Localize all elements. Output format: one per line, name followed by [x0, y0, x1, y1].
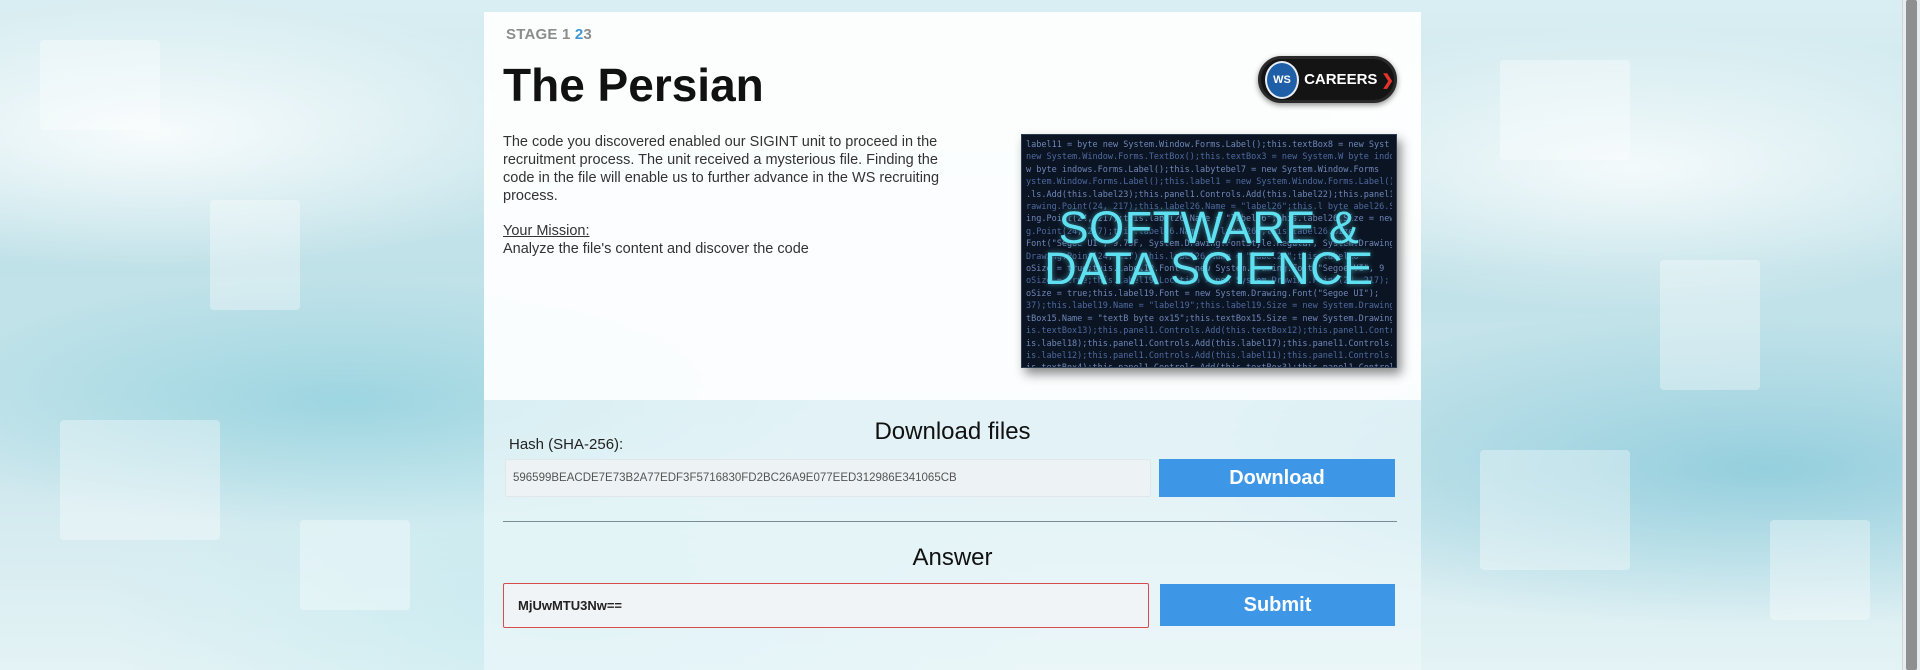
answer-section-title: Answer	[912, 544, 993, 571]
download-button[interactable]: Download	[1159, 459, 1395, 497]
stage-step-1: 1	[561, 26, 571, 43]
careers-button[interactable]: WS CAREERS ❯	[1258, 56, 1397, 103]
chevron-right-icon: ❯	[1381, 71, 1394, 89]
stage-indicator: STAGE 1 23	[506, 26, 592, 43]
banner-code-line: is.textBox13);this.panel1.Controls.Add(t…	[1026, 326, 1392, 337]
ws-logo-icon: WS	[1265, 60, 1300, 99]
banner-code-line: ystem.Window.Forms.Label();this.label1 =…	[1026, 177, 1392, 188]
download-button-label: Download	[1229, 466, 1325, 489]
submit-button[interactable]: Submit	[1160, 584, 1395, 626]
banner-title: SOFTWARE & DATA SCIENCE	[1022, 202, 1396, 294]
banner-code-line: is.label18);this.panel1.Controls.Add(thi…	[1026, 338, 1392, 349]
page-title: The Persian	[503, 59, 764, 111]
stage-label: STAGE	[506, 26, 558, 43]
mission-label: Your Mission:	[503, 223, 590, 239]
stage-step-3: 3	[583, 26, 592, 43]
hash-field[interactable]	[505, 459, 1151, 497]
software-data-science-banner: label11 = byte new System.Window.Forms.L…	[1021, 134, 1397, 368]
section-divider	[503, 521, 1397, 522]
mission-text: Analyze the file's content and discover …	[503, 241, 809, 257]
hash-label: Hash (SHA-256):	[509, 436, 624, 453]
scrollbar-thumb[interactable]	[1906, 0, 1917, 670]
banner-code-line: w byte indows.Forms.Label();this.labyteb…	[1026, 164, 1380, 175]
banner-title-line-2: DATA SCIENCE	[1044, 243, 1374, 294]
submit-button-label: Submit	[1243, 593, 1312, 616]
answer-input[interactable]	[503, 583, 1149, 628]
banner-code-line: 37);this.label19.Name = "label19";this.l…	[1026, 301, 1392, 312]
banner-title-line-1: SOFTWARE &	[1058, 202, 1360, 253]
download-section-title: Download files	[874, 418, 1031, 445]
banner-code-line: .ls.Add(this.label23);this.panel1.Contro…	[1026, 189, 1392, 200]
banner-code-line: label11 = byte new System.Window.Forms.L…	[1026, 140, 1390, 150]
banner-code-line: tBox15.Name = "textB byte ox15";this.tex…	[1026, 313, 1392, 324]
stage-description: The code you discovered enabled our SIGI…	[503, 134, 940, 204]
banner-code-line: is.textBox4);this.panel1.Controls.Add(th…	[1026, 362, 1392, 367]
banner-code-line: new System.Window.Forms.TextBox();this.t…	[1026, 152, 1392, 163]
scrollbar-track[interactable]	[1902, 0, 1920, 670]
ws-logo-text: WS	[1273, 73, 1291, 86]
banner-code-line: is.label12);this.panel1.Controls.Add(thi…	[1026, 350, 1392, 361]
careers-button-label: CAREERS	[1304, 71, 1378, 88]
